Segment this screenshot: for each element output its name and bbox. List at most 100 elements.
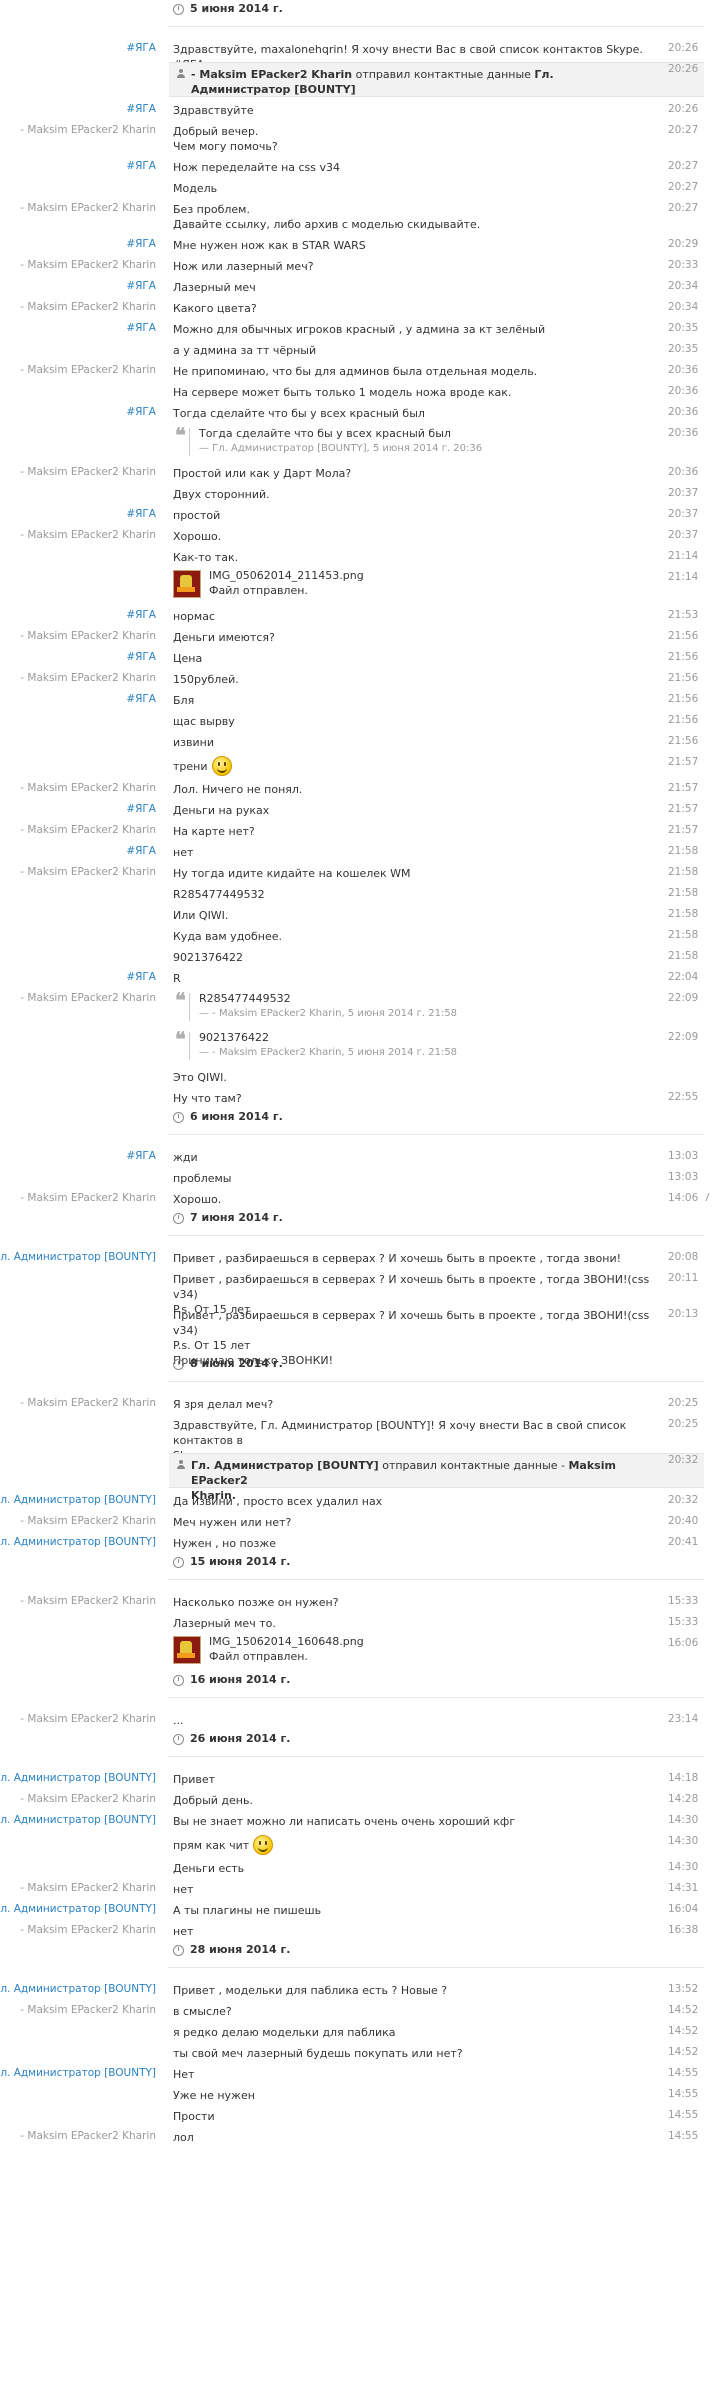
file-name[interactable]: IMG_05062014_211453.png	[209, 569, 364, 582]
message-sender[interactable]: - Maksim EPacker2 Kharin	[20, 1713, 156, 1725]
message-sender[interactable]: - Maksim EPacker2 Kharin	[20, 1595, 156, 1607]
message-sender[interactable]: #ЯГА	[126, 103, 156, 115]
message-row: Привет , разбираешься в серверах ? И хоч…	[0, 1304, 716, 1367]
contact-icon	[177, 1460, 185, 1469]
message-row: - Maksim EPacker2 Kharin Хорошо. 20:37	[0, 525, 716, 546]
message-sender[interactable]: - Maksim EPacker2 Kharin	[20, 202, 156, 214]
message-sender[interactable]: #ЯГА	[126, 971, 156, 983]
message-sender[interactable]: #ЯГА	[126, 803, 156, 815]
smile-icon	[211, 756, 232, 776]
message-sender[interactable]: - Maksim EPacker2 Kharin	[20, 259, 156, 271]
message-text-content: Как-то так.	[173, 551, 239, 564]
message-text-content: Бля	[173, 694, 195, 707]
message-row: проблемы 13:03	[0, 1167, 716, 1188]
day-separator: 6 июня 2014 г.	[0, 1108, 716, 1146]
message-sender[interactable]: - Maksim EPacker2 Kharin	[20, 782, 156, 794]
message-sender[interactable]: - Maksim EPacker2 Kharin	[20, 630, 156, 642]
message-sender[interactable]: Гл. Администратор [BOUNTY]	[0, 1494, 156, 1506]
message-sender[interactable]: #ЯГА	[126, 651, 156, 663]
message-text: Ну что там?	[173, 1091, 653, 1106]
message-sender[interactable]: #ЯГА	[126, 280, 156, 292]
message-sender[interactable]: - Maksim EPacker2 Kharin	[20, 124, 156, 136]
message-time: 14:28	[668, 1793, 699, 1805]
message-row: а у админа за тт чёрный 20:35	[0, 339, 716, 360]
message-sender[interactable]: #ЯГА	[126, 160, 156, 172]
message-time: 20:25	[668, 1397, 699, 1409]
message-text: Меч нужен или нет?	[173, 1515, 653, 1530]
message-sender[interactable]: #ЯГА	[126, 42, 156, 54]
message-sender[interactable]: - Maksim EPacker2 Kharin	[20, 466, 156, 478]
message-text: Не припоминаю, что бы для админов была о…	[173, 364, 653, 379]
message-row: Гл. Администратор [BOUNTY] Да извини , пр…	[0, 1490, 716, 1511]
message-row: - Maksim EPacker2 Kharin Насколько позже …	[0, 1591, 716, 1612]
message-sender[interactable]: - Maksim EPacker2 Kharin	[20, 2004, 156, 2016]
file-name[interactable]: IMG_15062014_160648.png	[209, 1635, 364, 1648]
message-sender[interactable]: #ЯГА	[126, 609, 156, 621]
quote-text: 9021376422	[199, 1031, 269, 1044]
message-row: ты свой меч лазерный будешь покупать или…	[0, 2042, 716, 2063]
message-sender[interactable]: - Maksim EPacker2 Kharin	[20, 992, 156, 1004]
message-sender[interactable]: - Maksim EPacker2 Kharin	[20, 824, 156, 836]
contact-card[interactable]: Гл. Администратор [BOUNTY] отправил конт…	[169, 1453, 704, 1502]
message-sender[interactable]: - Maksim EPacker2 Kharin	[20, 1192, 156, 1204]
message-row: Деньги есть 14:30	[0, 1857, 716, 1878]
message-row: - Maksim EPacker2 Kharin Я зря делал меч?…	[0, 1393, 716, 1414]
image-thumbnail-icon[interactable]	[173, 1636, 201, 1664]
message-sender[interactable]: #ЯГА	[126, 406, 156, 418]
message-row: извини 21:56	[0, 731, 716, 752]
message-sender[interactable]: - Maksim EPacker2 Kharin	[20, 364, 156, 376]
clock-icon	[173, 1557, 184, 1568]
message-text: Какого цвета?	[173, 301, 653, 316]
message-sender[interactable]: #ЯГА	[126, 238, 156, 250]
message-time: 20:36	[668, 406, 699, 418]
message-sender[interactable]: Гл. Администратор [BOUNTY]	[0, 1772, 156, 1784]
message-row: #ЯГА жди 13:03	[0, 1146, 716, 1167]
message-sender[interactable]: #ЯГА	[126, 693, 156, 705]
message-sender[interactable]: Гл. Администратор [BOUNTY]	[0, 1536, 156, 1548]
message-text: Нож переделайте на css v34	[173, 160, 653, 175]
message-row: Гл. Администратор [BOUNTY] Привет 14:18	[0, 1768, 716, 1789]
message-sender[interactable]: - Maksim EPacker2 Kharin	[20, 1793, 156, 1805]
message-sender[interactable]: #ЯГА	[126, 322, 156, 334]
message-sender[interactable]: - Maksim EPacker2 Kharin	[20, 672, 156, 684]
message-time: 21:58	[668, 845, 699, 857]
message-time: 20:34	[668, 301, 699, 313]
chat-history: 5 июня 2014 г. #ЯГА Здравствуйте, maxalone…	[0, 0, 716, 2147]
message-text-content: Простой или как у Дарт Мола?	[173, 467, 352, 480]
day-label: 16 июня 2014 г.	[190, 1673, 291, 1686]
message-sender[interactable]: - Maksim EPacker2 Kharin	[20, 1397, 156, 1409]
message-sender[interactable]: - Maksim EPacker2 Kharin	[20, 1882, 156, 1894]
day-separator: 26 июня 2014 г.	[0, 1730, 716, 1768]
message-sender[interactable]: #ЯГА	[126, 845, 156, 857]
message-time: 20:27	[668, 160, 699, 172]
message-text: щас вырву	[173, 714, 653, 729]
message-sender[interactable]: Гл. Администратор [BOUNTY]	[0, 2067, 156, 2079]
message-time: 20:37	[668, 529, 699, 541]
message-sender[interactable]: - Maksim EPacker2 Kharin	[20, 1515, 156, 1527]
message-sender[interactable]: - Maksim EPacker2 Kharin	[20, 866, 156, 878]
message-time: 20:34	[668, 280, 699, 292]
message-text: Без проблем. Давайте ссылку, либо архив …	[173, 202, 653, 232]
message-sender[interactable]: #ЯГА	[126, 1150, 156, 1162]
image-thumbnail-icon[interactable]	[173, 570, 201, 598]
message-sender[interactable]: - Maksim EPacker2 Kharin	[20, 301, 156, 313]
message-text-content: Это QIWI.	[173, 1071, 227, 1084]
message-sender[interactable]: #ЯГА	[126, 508, 156, 520]
message-time: 20:29	[668, 238, 699, 250]
message-sender[interactable]: Гл. Администратор [BOUNTY]	[0, 1814, 156, 1826]
message-text: Добрый день.	[173, 1793, 653, 1808]
message-text: Прости	[173, 2109, 653, 2124]
message-text-content: Хорошо.	[173, 530, 222, 543]
message-sender[interactable]: Гл. Администратор [BOUNTY]	[0, 1251, 156, 1263]
message-time: 23:14	[668, 1713, 699, 1725]
message-sender[interactable]: Гл. Администратор [BOUNTY]	[0, 1983, 156, 1995]
message-text-content: нормас	[173, 610, 215, 623]
message-sender[interactable]: Гл. Администратор [BOUNTY]	[0, 1903, 156, 1915]
message-time: 20:36	[668, 364, 699, 376]
contact-card[interactable]: - Maksim EPacker2 Kharin отправил контак…	[169, 62, 704, 97]
message-sender[interactable]: - Maksim EPacker2 Kharin	[20, 529, 156, 541]
message-text-content: Нужен , но позже	[173, 1537, 277, 1550]
day-divider	[168, 1697, 704, 1698]
message-sender[interactable]: - Maksim EPacker2 Kharin	[20, 2130, 156, 2142]
message-sender[interactable]: - Maksim EPacker2 Kharin	[20, 1924, 156, 1936]
